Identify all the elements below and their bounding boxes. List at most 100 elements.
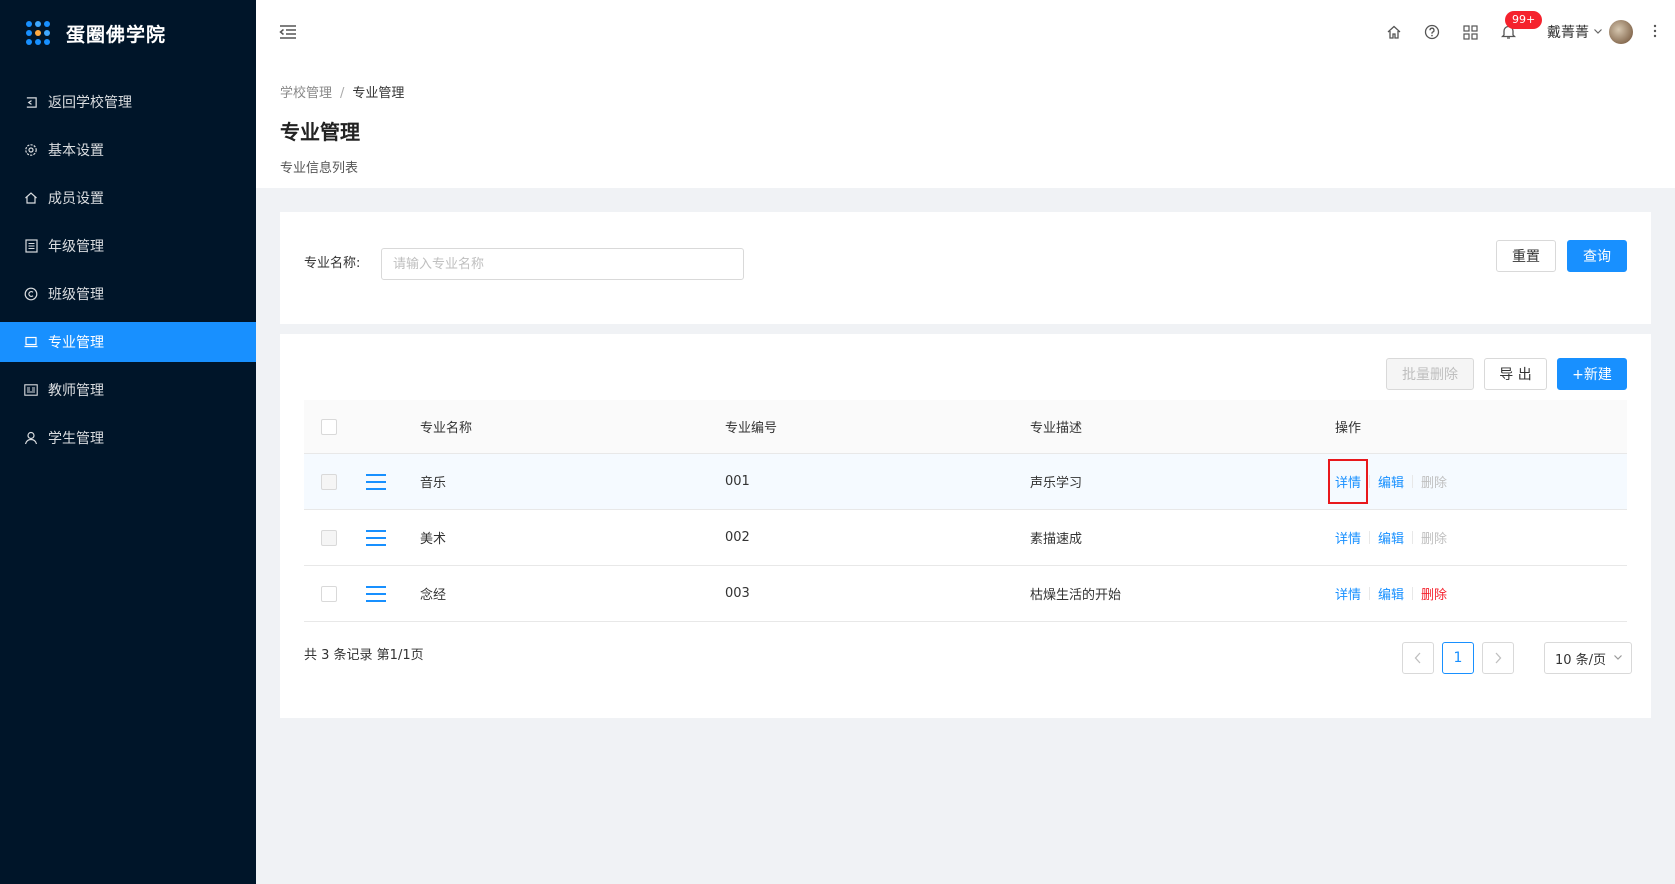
action-divider — [1369, 587, 1371, 600]
breadcrumb-item-current: 专业管理 — [352, 86, 405, 101]
reset-button[interactable]: 重置 — [1496, 240, 1556, 272]
laptop-icon — [24, 335, 38, 349]
action-divider — [1412, 587, 1414, 600]
back-icon — [24, 95, 38, 109]
pagination: 1 10 条/页 — [1402, 642, 1632, 674]
table-row[interactable]: 音乐 001 声乐学习 详情 编辑 删除 — [304, 454, 1627, 510]
drag-handle-icon[interactable] — [366, 585, 386, 602]
sidebar-item-label: 返回学校管理 — [48, 95, 132, 111]
search-form: 专业名称: 重置 查询 — [280, 212, 1651, 324]
pagination-summary: 共 3 条记录 第1/1页 — [304, 648, 424, 663]
sidebar-item-back-school[interactable]: 返回学校管理 — [0, 82, 256, 122]
action-divider — [1369, 475, 1371, 488]
more-vertical-icon[interactable] — [1653, 23, 1657, 42]
idcard-icon — [24, 383, 38, 397]
home-icon — [24, 191, 38, 205]
page-title: 专业管理 — [280, 120, 360, 144]
page-header: 学校管理 / 专业管理 专业管理 专业信息列表 — [256, 64, 1675, 188]
cell-code: 002 — [725, 530, 750, 545]
sidebar-item-member-settings[interactable]: 成员设置 — [0, 178, 256, 218]
sidebar: 蛋圈佛学院 返回学校管理 基本设置 成员设置 年级管理 班级管理 专业管理 教师… — [0, 0, 256, 884]
gear-icon — [24, 143, 38, 157]
export-button[interactable]: 导 出 — [1484, 358, 1547, 390]
list-icon — [24, 239, 38, 253]
select-all-checkbox[interactable] — [321, 418, 337, 435]
app-logo[interactable]: 蛋圈佛学院 — [0, 0, 256, 66]
sidebar-item-label: 基本设置 — [48, 143, 104, 159]
drag-handle-icon[interactable] — [366, 473, 386, 490]
table-header: 专业名称 专业编号 专业描述 操作 — [304, 400, 1627, 454]
delete-link-disabled[interactable]: 删除 — [1421, 528, 1447, 547]
batch-delete-button[interactable]: 批量删除 — [1386, 358, 1474, 390]
sidebar-item-label: 班级管理 — [48, 287, 104, 303]
page-size-value: 10 条/页 — [1555, 652, 1607, 668]
major-name-input[interactable] — [381, 248, 744, 280]
sidebar-item-teacher-management[interactable]: 教师管理 — [0, 370, 256, 410]
row-actions: 详情 编辑 删除 — [1327, 454, 1447, 509]
next-page-button[interactable] — [1482, 642, 1514, 674]
avatar — [1609, 20, 1633, 44]
copyright-icon — [24, 287, 38, 301]
row-actions: 详情 编辑 删除 — [1335, 566, 1447, 621]
help-icon[interactable] — [1423, 23, 1441, 41]
detail-link[interactable]: 详情 — [1335, 528, 1361, 547]
prev-page-button[interactable] — [1402, 642, 1434, 674]
column-header-code: 专业编号 — [725, 421, 778, 436]
delete-link[interactable]: 删除 — [1421, 584, 1447, 603]
action-divider — [1412, 531, 1414, 544]
row-checkbox[interactable] — [321, 529, 337, 546]
user-icon — [24, 431, 38, 445]
drag-handle-icon[interactable] — [366, 529, 386, 546]
sidebar-item-label: 成员设置 — [48, 191, 104, 207]
page-number-button[interactable]: 1 — [1442, 642, 1474, 674]
query-button[interactable]: 查询 — [1567, 240, 1627, 272]
notification-bell[interactable]: 99+ — [1499, 11, 1543, 41]
user-menu[interactable]: 戴菁菁 — [1547, 20, 1633, 44]
cell-desc: 枯燥生活的开始 — [1030, 588, 1122, 603]
chevron-down-icon — [1613, 651, 1623, 666]
table-card: 批量删除 导 出 +新建 专业名称 专业编号 专业描述 操作 音乐 001 声乐… — [280, 334, 1651, 718]
cell-name: 美术 — [420, 532, 447, 547]
chevron-right-icon — [1495, 652, 1502, 664]
breadcrumb-separator: / — [340, 86, 345, 101]
header-actions: 99+ 戴菁菁 — [1365, 0, 1657, 64]
sidebar-menu: 返回学校管理 基本设置 成员设置 年级管理 班级管理 专业管理 教师管理 学生管… — [0, 82, 256, 458]
sidebar-item-class-management[interactable]: 班级管理 — [0, 274, 256, 314]
detail-link[interactable]: 详情 — [1327, 459, 1369, 504]
column-header-desc: 专业描述 — [1030, 421, 1083, 436]
home-icon[interactable] — [1385, 23, 1403, 41]
cell-desc: 声乐学习 — [1030, 476, 1083, 491]
table-row[interactable]: 念经 003 枯燥生活的开始 详情 编辑 删除 — [304, 566, 1627, 622]
cell-code: 003 — [725, 586, 750, 601]
cell-name: 念经 — [420, 588, 447, 603]
sidebar-item-major-management[interactable]: 专业管理 — [0, 322, 256, 362]
page-subtitle: 专业信息列表 — [280, 161, 359, 176]
logo-grid-icon — [26, 21, 50, 45]
chevron-down-icon — [1593, 26, 1603, 39]
sidebar-item-basic-settings[interactable]: 基本设置 — [0, 130, 256, 170]
page-size-select[interactable]: 10 条/页 — [1544, 642, 1632, 674]
detail-link[interactable]: 详情 — [1335, 584, 1361, 603]
cell-name: 音乐 — [420, 476, 447, 491]
action-divider — [1369, 531, 1371, 544]
sidebar-item-student-management[interactable]: 学生管理 — [0, 418, 256, 458]
sidebar-item-label: 教师管理 — [48, 383, 104, 399]
sidebar-item-grade-management[interactable]: 年级管理 — [0, 226, 256, 266]
row-checkbox[interactable] — [321, 473, 337, 490]
top-header: 99+ 戴菁菁 — [256, 0, 1675, 64]
new-button[interactable]: +新建 — [1557, 358, 1627, 390]
edit-link[interactable]: 编辑 — [1378, 472, 1404, 491]
delete-link-disabled[interactable]: 删除 — [1421, 472, 1447, 491]
apps-grid-icon[interactable] — [1461, 23, 1479, 41]
app-title: 蛋圈佛学院 — [66, 23, 167, 46]
edit-link[interactable]: 编辑 — [1378, 584, 1404, 603]
menu-fold-icon[interactable] — [278, 22, 298, 42]
row-checkbox[interactable] — [321, 585, 337, 602]
column-header-actions: 操作 — [1335, 421, 1362, 436]
action-divider — [1412, 475, 1414, 488]
table-row[interactable]: 美术 002 素描速成 详情 编辑 删除 — [304, 510, 1627, 566]
breadcrumb-item-school[interactable]: 学校管理 — [280, 86, 332, 101]
edit-link[interactable]: 编辑 — [1378, 528, 1404, 547]
chevron-left-icon — [1414, 652, 1421, 664]
row-actions: 详情 编辑 删除 — [1335, 510, 1447, 565]
